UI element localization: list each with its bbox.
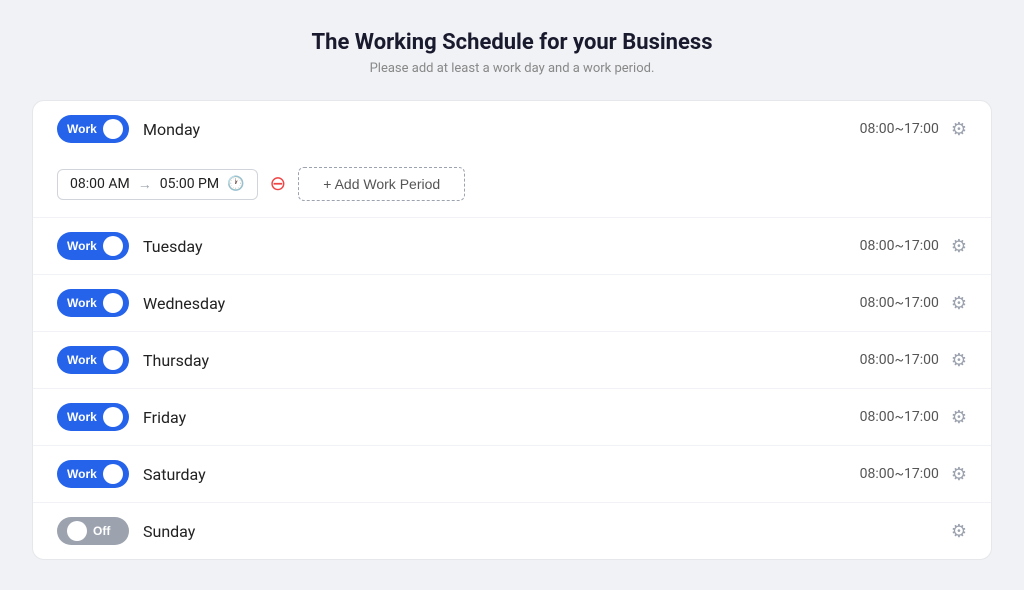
start-time-monday: 08:00 AM — [70, 176, 130, 192]
page-subtitle: Please add at least a work day and a wor… — [370, 61, 655, 76]
day-header-monday: Work Monday 08:00~17:00 ⚙ — [33, 101, 991, 157]
toggle-circle-tuesday — [103, 236, 123, 256]
toggle-sunday[interactable]: Off — [57, 517, 129, 545]
day-name-friday: Friday — [143, 408, 860, 427]
settings-icon-thursday[interactable]: ⚙ — [951, 350, 967, 371]
day-row-friday: Work Friday 08:00~17:00 ⚙ — [33, 389, 991, 446]
remove-period-monday[interactable]: ⊖ — [270, 174, 287, 194]
page-container: The Working Schedule for your Business P… — [0, 0, 1024, 590]
toggle-label-wednesday: Work — [67, 296, 97, 310]
toggle-circle-saturday — [103, 464, 123, 484]
add-period-monday[interactable]: + Add Work Period — [298, 167, 465, 201]
day-row-thursday: Work Thursday 08:00~17:00 ⚙ — [33, 332, 991, 389]
toggle-circle-sunday — [67, 521, 87, 541]
toggle-label-thursday: Work — [67, 353, 97, 367]
time-input-monday[interactable]: 08:00 AM → 05:00 PM 🕐 — [57, 169, 258, 200]
toggle-saturday[interactable]: Work — [57, 460, 129, 488]
settings-icon-friday[interactable]: ⚙ — [951, 407, 967, 428]
day-name-wednesday: Wednesday — [143, 294, 860, 313]
day-name-tuesday: Tuesday — [143, 237, 860, 256]
toggle-thursday[interactable]: Work — [57, 346, 129, 374]
toggle-circle-friday — [103, 407, 123, 427]
settings-icon-wednesday[interactable]: ⚙ — [951, 293, 967, 314]
toggle-friday[interactable]: Work — [57, 403, 129, 431]
arrow-icon-monday: → — [138, 176, 152, 193]
day-hours-wednesday: 08:00~17:00 — [860, 295, 939, 311]
day-hours-tuesday: 08:00~17:00 — [860, 238, 939, 254]
day-name-monday: Monday — [143, 120, 860, 139]
day-name-saturday: Saturday — [143, 465, 860, 484]
day-row-tuesday: Work Tuesday 08:00~17:00 ⚙ — [33, 218, 991, 275]
day-row-monday: Work Monday 08:00~17:00 ⚙ 08:00 AM → 05:… — [33, 101, 991, 218]
day-hours-saturday: 08:00~17:00 — [860, 466, 939, 482]
toggle-monday[interactable]: Work — [57, 115, 129, 143]
schedule-card: Work Monday 08:00~17:00 ⚙ 08:00 AM → 05:… — [32, 100, 992, 560]
end-time-monday: 05:00 PM — [160, 176, 219, 192]
toggle-circle-thursday — [103, 350, 123, 370]
toggle-label-monday: Work — [67, 122, 97, 136]
toggle-label-tuesday: Work — [67, 239, 97, 253]
toggle-wednesday[interactable]: Work — [57, 289, 129, 317]
day-row-saturday: Work Saturday 08:00~17:00 ⚙ — [33, 446, 991, 503]
toggle-circle-wednesday — [103, 293, 123, 313]
settings-icon-tuesday[interactable]: ⚙ — [951, 236, 967, 257]
day-name-sunday: Sunday — [143, 522, 939, 541]
day-hours-friday: 08:00~17:00 — [860, 409, 939, 425]
toggle-label-friday: Work — [67, 410, 97, 424]
add-period-label-monday: + Add Work Period — [323, 176, 440, 192]
toggle-circle-monday — [103, 119, 123, 139]
toggle-tuesday[interactable]: Work — [57, 232, 129, 260]
day-hours-thursday: 08:00~17:00 — [860, 352, 939, 368]
toggle-label-sunday: Off — [93, 524, 110, 538]
settings-icon-saturday[interactable]: ⚙ — [951, 464, 967, 485]
day-body-monday: 08:00 AM → 05:00 PM 🕐 ⊖ + Add Work Perio… — [33, 157, 991, 217]
day-hours-monday: 08:00~17:00 — [860, 121, 939, 137]
clock-icon-monday: 🕐 — [227, 176, 244, 192]
day-row-sunday: Off Sunday ⚙ — [33, 503, 991, 559]
settings-icon-monday[interactable]: ⚙ — [951, 119, 967, 140]
settings-icon-sunday[interactable]: ⚙ — [951, 521, 967, 542]
toggle-label-saturday: Work — [67, 467, 97, 481]
day-row-wednesday: Work Wednesday 08:00~17:00 ⚙ — [33, 275, 991, 332]
page-title: The Working Schedule for your Business — [311, 30, 712, 55]
day-name-thursday: Thursday — [143, 351, 860, 370]
